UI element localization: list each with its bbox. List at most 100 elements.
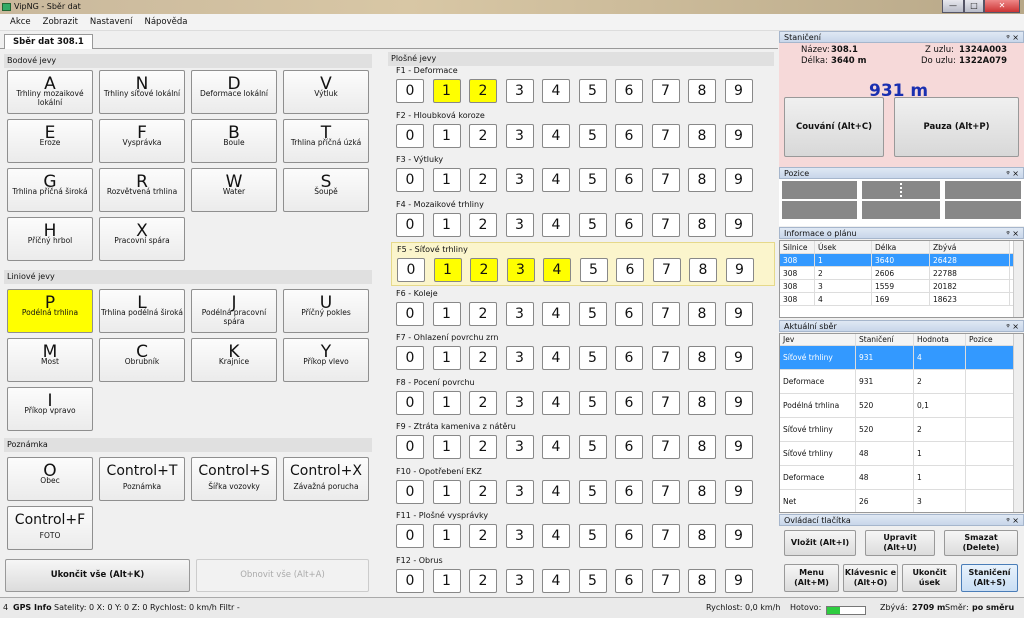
value-2-button[interactable]: 2 <box>469 435 497 459</box>
key-control-x-button[interactable]: Control+X Závažná porucha <box>283 457 369 501</box>
value-5-button[interactable]: 5 <box>578 479 607 504</box>
value-2-button[interactable]: 2 <box>470 258 498 282</box>
value-1-button[interactable]: 1 <box>432 123 461 148</box>
value-3-button[interactable]: 3 <box>505 479 534 504</box>
value-6-button[interactable]: 6 <box>615 301 643 326</box>
value-2-button[interactable]: 2 <box>469 524 497 548</box>
table-row[interactable]: Net 26 3 <box>780 490 1023 512</box>
value-1-button[interactable]: 1 <box>432 390 461 415</box>
value-8-button[interactable]: 8 <box>688 435 716 459</box>
value-6-button[interactable]: 6 <box>615 212 643 237</box>
value-5-button[interactable]: 5 <box>578 79 607 103</box>
value-1-button[interactable]: 1 <box>432 79 461 103</box>
close-button[interactable]: ✕ <box>984 0 1020 13</box>
value-3-button[interactable]: 3 <box>505 301 534 326</box>
value-8-button[interactable]: 8 <box>688 390 716 415</box>
value-9-button[interactable]: 9 <box>724 390 753 415</box>
value-0-button[interactable]: 0 <box>396 479 424 504</box>
value-7-button[interactable]: 7 <box>651 79 680 103</box>
value-1-button[interactable]: 1 <box>432 435 461 459</box>
value-8-button[interactable]: 8 <box>689 258 717 282</box>
key-n-button[interactable]: N Trhliny síťové lokální <box>99 70 185 114</box>
value-5-button[interactable]: 5 <box>578 168 607 192</box>
value-3-button[interactable]: 3 <box>505 346 534 370</box>
value-1-button[interactable]: 1 <box>432 524 461 548</box>
couvani-button[interactable]: Couvání (Alt+C) <box>784 97 884 157</box>
value-4-button[interactable]: 4 <box>542 479 570 504</box>
key-g-button[interactable]: G Trhlina příčná široká <box>7 168 93 212</box>
table-row[interactable]: Deformace 931 2 <box>780 370 1023 394</box>
value-8-button[interactable]: 8 <box>688 168 716 192</box>
value-4-button[interactable]: 4 <box>542 212 570 237</box>
column-header[interactable]: Délka <box>872 241 930 253</box>
key-c-button[interactable]: C Obrubník <box>99 338 185 382</box>
table-row[interactable]: Síťové trhliny 931 4 <box>780 346 1023 370</box>
table-row[interactable]: 308 3 1559 20182 <box>780 280 1023 293</box>
value-0-button[interactable]: 0 <box>396 435 424 459</box>
value-3-button[interactable]: 3 <box>505 390 534 415</box>
value-6-button[interactable]: 6 <box>615 123 643 148</box>
value-2-button[interactable]: 2 <box>469 479 497 504</box>
value-9-button[interactable]: 9 <box>724 568 753 593</box>
key-o-button[interactable]: O Obec <box>7 457 93 501</box>
value-3-button[interactable]: 3 <box>505 435 534 459</box>
key-v-button[interactable]: V Výtluk <box>283 70 369 114</box>
value-7-button[interactable]: 7 <box>651 390 680 415</box>
value-4-button[interactable]: 4 <box>542 524 570 548</box>
value-5-button[interactable]: 5 <box>578 301 607 326</box>
value-2-button[interactable]: 2 <box>469 123 497 148</box>
key-x-button[interactable]: X Pracovní spára <box>99 217 185 261</box>
pin-close-icon[interactable]: ᵠ × <box>1006 321 1019 333</box>
value-7-button[interactable]: 7 <box>651 479 680 504</box>
value-0-button[interactable]: 0 <box>397 258 425 282</box>
value-7-button[interactable]: 7 <box>651 346 680 370</box>
value-9-button[interactable]: 9 <box>724 123 753 148</box>
key-d-button[interactable]: D Deformace lokální <box>191 70 277 114</box>
key-b-button[interactable]: B Boule <box>191 119 277 163</box>
menu-napoveda[interactable]: Nápověda <box>138 14 193 30</box>
value-2-button[interactable]: 2 <box>469 301 497 326</box>
value-0-button[interactable]: 0 <box>396 346 424 370</box>
smazat-button[interactable]: Smazat (Delete) <box>944 530 1018 556</box>
value-8-button[interactable]: 8 <box>688 568 716 593</box>
value-6-button[interactable]: 6 <box>615 390 643 415</box>
value-0-button[interactable]: 0 <box>396 79 424 103</box>
value-8-button[interactable]: 8 <box>688 212 716 237</box>
value-1-button[interactable]: 1 <box>432 568 461 593</box>
value-4-button[interactable]: 4 <box>542 435 570 459</box>
value-6-button[interactable]: 6 <box>615 435 643 459</box>
upravit-button[interactable]: Upravit (Alt+U) <box>865 530 935 556</box>
key-h-button[interactable]: H Příčný hrbol <box>7 217 93 261</box>
value-1-button[interactable]: 1 <box>432 346 461 370</box>
value-8-button[interactable]: 8 <box>688 479 716 504</box>
table-row[interactable]: Síťové trhliny 520 2 <box>780 418 1023 442</box>
column-header[interactable]: Úsek <box>815 241 872 253</box>
table-row[interactable]: Síťové trhliny 48 1 <box>780 442 1023 466</box>
column-header[interactable]: Pozice <box>966 334 1014 345</box>
key-t-button[interactable]: T Trhlina příčná úzká <box>283 119 369 163</box>
value-0-button[interactable]: 0 <box>396 212 424 237</box>
scrollbar[interactable] <box>1013 334 1023 512</box>
value-4-button[interactable]: 4 <box>542 79 570 103</box>
value-4-button[interactable]: 4 <box>542 390 570 415</box>
value-1-button[interactable]: 1 <box>432 168 461 192</box>
end-all-button[interactable]: Ukončit vše (Alt+K) <box>5 559 190 592</box>
key-s-button[interactable]: S Šoupě <box>283 168 369 212</box>
table-row[interactable]: Podélná trhlina 520 0,1 <box>780 394 1023 418</box>
value-4-button[interactable]: 4 <box>542 301 570 326</box>
key-k-button[interactable]: K Krajnice <box>191 338 277 382</box>
value-3-button[interactable]: 3 <box>505 79 534 103</box>
value-3-button[interactable]: 3 <box>505 524 534 548</box>
value-6-button[interactable]: 6 <box>616 258 644 282</box>
key-r-button[interactable]: R Rozvětvená trhlina <box>99 168 185 212</box>
value-5-button[interactable]: 5 <box>578 212 607 237</box>
value-1-button[interactable]: 1 <box>432 212 461 237</box>
table-row[interactable]: 308 4 169 18623 <box>780 293 1023 306</box>
value-8-button[interactable]: 8 <box>688 123 716 148</box>
value-5-button[interactable]: 5 <box>578 435 607 459</box>
value-1-button[interactable]: 1 <box>432 301 461 326</box>
value-9-button[interactable]: 9 <box>724 301 753 326</box>
value-2-button[interactable]: 2 <box>469 346 497 370</box>
key-control-t-button[interactable]: Control+T Poznámka <box>99 457 185 501</box>
value-7-button[interactable]: 7 <box>651 568 680 593</box>
